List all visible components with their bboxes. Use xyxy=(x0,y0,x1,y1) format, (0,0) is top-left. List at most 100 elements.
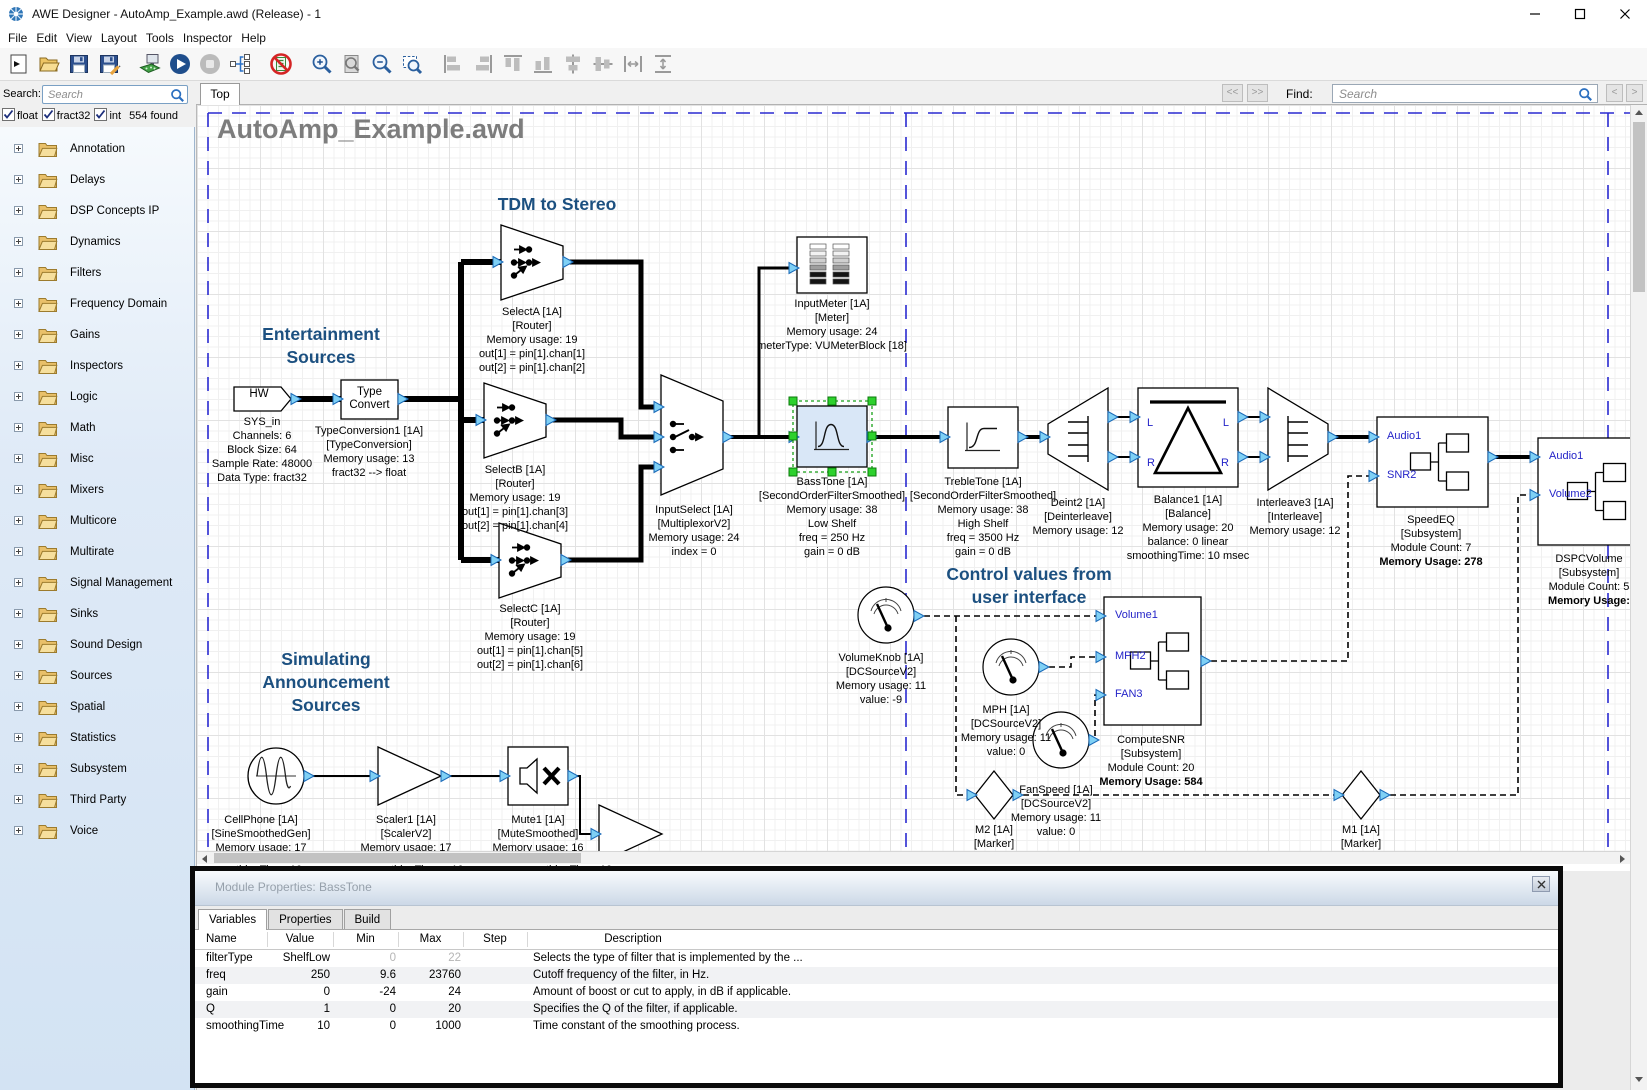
expand-plus-icon[interactable] xyxy=(14,175,23,184)
module-selectb[interactable] xyxy=(476,383,556,458)
library-search-input[interactable] xyxy=(42,85,188,104)
sidebar-item-subsystem[interactable]: Subsystem xyxy=(0,753,194,784)
find-input[interactable] xyxy=(1332,84,1598,103)
vertical-scroll-thumb[interactable] xyxy=(1633,122,1645,292)
module-fanspeed[interactable] xyxy=(1033,712,1099,768)
sidebar-item-statistics[interactable]: Statistics xyxy=(0,722,194,753)
expand-plus-icon[interactable] xyxy=(14,609,23,618)
expand-plus-icon[interactable] xyxy=(14,454,23,463)
routing-button[interactable] xyxy=(226,50,254,78)
expand-plus-icon[interactable] xyxy=(14,330,23,339)
sidebar-item-sound-design[interactable]: Sound Design xyxy=(0,629,194,660)
selection-handle[interactable] xyxy=(789,397,797,405)
expand-plus-icon[interactable] xyxy=(14,578,23,587)
sidebar-item-inspectors[interactable]: Inspectors xyxy=(0,350,194,381)
find-next-button[interactable]: >> xyxy=(1247,84,1268,102)
maximize-button[interactable] xyxy=(1557,0,1602,28)
scroll-down-icon[interactable] xyxy=(1635,1077,1643,1082)
sidebar-item-delays[interactable]: Delays xyxy=(0,164,194,195)
tab-build[interactable]: Build xyxy=(344,909,392,929)
expand-plus-icon[interactable] xyxy=(14,392,23,401)
halt-audio-button[interactable] xyxy=(267,50,295,78)
align-right-button[interactable] xyxy=(469,50,497,78)
module-basstone[interactable] xyxy=(789,406,877,467)
sidebar-item-spatial[interactable]: Spatial xyxy=(0,691,194,722)
align-left-button[interactable] xyxy=(439,50,467,78)
filter-int-checkbox[interactable]: int xyxy=(94,108,121,124)
module-selecta[interactable] xyxy=(493,225,573,300)
save-as-button[interactable] xyxy=(95,50,123,78)
canvas-content[interactable]: AutoAmp_Example.awd SYS_inChannels: 6Blo… xyxy=(197,105,1631,851)
sidebar-item-multicore[interactable]: Multicore xyxy=(0,505,194,536)
expand-plus-icon[interactable] xyxy=(14,826,23,835)
module-cellphone[interactable] xyxy=(248,748,314,804)
table-row[interactable]: Q1020Specifies the Q of the filter, if a… xyxy=(195,1001,1558,1018)
new-file-button[interactable] xyxy=(5,50,33,78)
open-file-button[interactable] xyxy=(35,50,63,78)
expand-plus-icon[interactable] xyxy=(14,144,23,153)
menu-edit[interactable]: Edit xyxy=(36,31,66,45)
scroll-left-icon[interactable] xyxy=(202,855,207,863)
menu-view[interactable]: View xyxy=(66,31,101,45)
align-top-button[interactable] xyxy=(499,50,527,78)
module-trebletone[interactable] xyxy=(940,407,1028,468)
module-m1[interactable] xyxy=(1334,771,1390,819)
selection-handle[interactable] xyxy=(868,468,876,476)
menu-help[interactable]: Help xyxy=(241,31,275,45)
minimize-button[interactable] xyxy=(1512,0,1557,28)
play-button[interactable] xyxy=(166,50,194,78)
module-scaler1[interactable] xyxy=(370,747,451,805)
scroll-up-icon[interactable] xyxy=(1635,110,1643,115)
stop-button[interactable] xyxy=(196,50,224,78)
module-deint2[interactable] xyxy=(1040,388,1118,490)
expand-plus-icon[interactable] xyxy=(14,361,23,370)
selection-handle[interactable] xyxy=(868,397,876,405)
expand-plus-icon[interactable] xyxy=(14,516,23,525)
filter-float-checkbox[interactable]: float xyxy=(2,108,38,124)
horizontal-scrollbar[interactable] xyxy=(197,851,1631,864)
sidebar-item-annotation[interactable]: Annotation xyxy=(0,133,194,164)
build-target-button[interactable] xyxy=(136,50,164,78)
sidebar-item-filters[interactable]: Filters xyxy=(0,257,194,288)
vertical-scrollbar[interactable] xyxy=(1630,105,1647,1090)
sidebar-item-misc[interactable]: Misc xyxy=(0,443,194,474)
align-bottom-button[interactable] xyxy=(529,50,557,78)
table-row[interactable]: filterTypeShelfLow022Selects the type of… xyxy=(195,950,1558,967)
sidebar-item-math[interactable]: Math xyxy=(0,412,194,443)
module-mph[interactable] xyxy=(983,639,1049,695)
expand-plus-icon[interactable] xyxy=(14,485,23,494)
sidebar-item-gains[interactable]: Gains xyxy=(0,319,194,350)
expand-plus-icon[interactable] xyxy=(14,237,23,246)
expand-plus-icon[interactable] xyxy=(14,640,23,649)
sidebar-item-mixers[interactable]: Mixers xyxy=(0,474,194,505)
tab-variables[interactable]: Variables xyxy=(198,909,267,930)
sidebar-item-dsp-concepts-ip[interactable]: DSP Concepts IP xyxy=(0,195,194,226)
expand-plus-icon[interactable] xyxy=(14,733,23,742)
align-center-h-button[interactable] xyxy=(559,50,587,78)
expand-plus-icon[interactable] xyxy=(14,671,23,680)
selection-handle[interactable] xyxy=(828,468,836,476)
expand-plus-icon[interactable] xyxy=(14,299,23,308)
module-balance1[interactable] xyxy=(1130,388,1248,487)
sidebar-item-logic[interactable]: Logic xyxy=(0,381,194,412)
table-row[interactable]: freq2509.623760Cutoff frequency of the f… xyxy=(195,967,1558,984)
menu-tools[interactable]: Tools xyxy=(146,31,183,45)
expand-plus-icon[interactable] xyxy=(14,268,23,277)
space-v-button[interactable] xyxy=(649,50,677,78)
filter-fract32-checkbox[interactable]: fract32 xyxy=(42,108,91,124)
tab-properties[interactable]: Properties xyxy=(268,909,342,929)
scroll-right-icon[interactable] xyxy=(1620,855,1625,863)
module-interleave3[interactable] xyxy=(1260,388,1338,490)
close-icon[interactable] xyxy=(1532,876,1550,892)
selection-handle[interactable] xyxy=(868,432,876,440)
expand-plus-icon[interactable] xyxy=(14,547,23,556)
module-m2[interactable] xyxy=(967,771,1023,819)
module-selectc[interactable] xyxy=(491,523,571,598)
panel-header[interactable]: Module Properties: BassTone xyxy=(195,871,1558,906)
menu-layout[interactable]: Layout xyxy=(101,31,146,45)
expand-plus-icon[interactable] xyxy=(14,795,23,804)
module-scaler2[interactable] xyxy=(591,805,662,851)
expand-plus-icon[interactable] xyxy=(14,423,23,432)
tab-top[interactable]: Top xyxy=(200,83,240,105)
zoom-out-button[interactable] xyxy=(368,50,396,78)
